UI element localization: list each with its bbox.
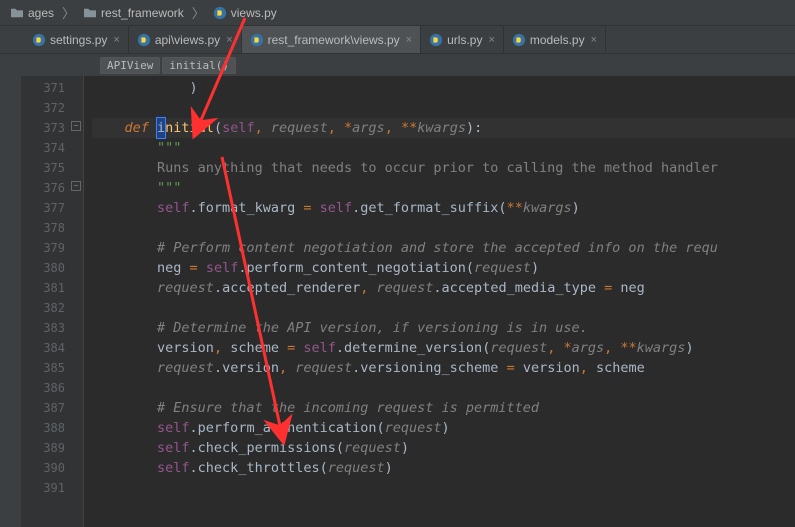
line-number: 384 [22, 338, 83, 358]
code-line[interactable]: ) [92, 78, 795, 98]
close-icon[interactable]: × [406, 34, 412, 46]
close-icon[interactable]: × [488, 34, 494, 46]
tab-label: models.py [530, 33, 585, 47]
code-line[interactable]: """ [92, 178, 795, 198]
editor[interactable]: 371372373−374375376−37737837938038138238… [0, 76, 795, 527]
code-line[interactable]: # Determine the API version, if versioni… [92, 318, 795, 338]
line-number: 381 [22, 278, 83, 298]
fold-icon[interactable]: − [71, 181, 81, 191]
context-class[interactable]: APIView [100, 57, 160, 74]
code-line[interactable] [92, 478, 795, 498]
line-number: 376− [22, 178, 83, 198]
code-line[interactable]: # Ensure that the incoming request is pe… [92, 398, 795, 418]
close-icon[interactable]: × [591, 34, 597, 46]
code-line[interactable] [92, 98, 795, 118]
line-number: 378 [22, 218, 83, 238]
breadcrumb-label: views.py [231, 6, 277, 20]
breadcrumb-label: ages [28, 6, 54, 20]
code-line[interactable]: request.accepted_renderer, request.accep… [92, 278, 795, 298]
tab-bar: settings.py×api\views.py×rest_framework\… [0, 26, 795, 54]
line-number: 374 [22, 138, 83, 158]
code-line[interactable] [92, 218, 795, 238]
context-bar: APIViewinitial() [0, 54, 795, 76]
code-line[interactable]: request.version, request.versioning_sche… [92, 358, 795, 378]
tab-label: api\views.py [155, 33, 220, 47]
line-number: 380 [22, 258, 83, 278]
line-number: 371 [22, 78, 83, 98]
line-number: 383 [22, 318, 83, 338]
tool-strip[interactable] [0, 76, 22, 527]
line-number: 391 [22, 478, 83, 498]
line-number: 377 [22, 198, 83, 218]
code-line[interactable]: # Perform content negotiation and store … [92, 238, 795, 258]
fold-icon[interactable]: − [71, 121, 81, 131]
line-number: 387 [22, 398, 83, 418]
breadcrumb-item[interactable]: views.py [207, 4, 283, 22]
file-tab[interactable]: rest_framework\views.py × [242, 26, 421, 53]
line-number: 372 [22, 98, 83, 118]
file-tab[interactable]: models.py × [504, 26, 606, 53]
file-tab[interactable]: settings.py × [24, 26, 129, 53]
code-line[interactable] [92, 298, 795, 318]
code-line[interactable]: neg = self.perform_content_negotiation(r… [92, 258, 795, 278]
caret: i [157, 118, 165, 138]
gutter: 371372373−374375376−37737837938038138238… [22, 76, 84, 527]
file-tab[interactable]: api\views.py × [129, 26, 242, 53]
line-number: 375 [22, 158, 83, 178]
context-method[interactable]: initial() [162, 57, 236, 74]
code-line[interactable]: def initial(self, request, *args, **kwar… [92, 118, 795, 138]
code-line[interactable]: version, scheme = self.determine_version… [92, 338, 795, 358]
code-line[interactable]: self.perform_authentication(request) [92, 418, 795, 438]
breadcrumb-label: rest_framework [101, 6, 184, 20]
code-area[interactable]: ) def initial(self, request, *args, **kw… [84, 76, 795, 527]
code-line[interactable]: """ [92, 138, 795, 158]
line-number: 382 [22, 298, 83, 318]
close-icon[interactable]: × [113, 34, 119, 46]
line-number: 386 [22, 378, 83, 398]
close-icon[interactable]: × [226, 34, 232, 46]
code-line[interactable]: self.check_permissions(request) [92, 438, 795, 458]
code-line[interactable]: Runs anything that needs to occur prior … [92, 158, 795, 178]
breadcrumb-separator: 〉 [62, 3, 75, 22]
line-number: 388 [22, 418, 83, 438]
breadcrumb-separator: 〉 [192, 3, 205, 22]
line-number: 389 [22, 438, 83, 458]
breadcrumb-item[interactable]: rest_framework [77, 4, 190, 22]
line-number: 379 [22, 238, 83, 258]
breadcrumb: ages 〉 rest_framework 〉 views.py [0, 0, 795, 26]
line-number: 390 [22, 458, 83, 478]
file-tab[interactable]: urls.py × [421, 26, 504, 53]
tab-label: rest_framework\views.py [268, 33, 400, 47]
line-number: 385 [22, 358, 83, 378]
line-number: 373− [22, 118, 83, 138]
code-line[interactable] [92, 378, 795, 398]
tab-label: settings.py [50, 33, 107, 47]
code-line[interactable]: self.check_throttles(request) [92, 458, 795, 478]
breadcrumb-item[interactable]: ages [4, 4, 60, 22]
tab-label: urls.py [447, 33, 482, 47]
code-line[interactable]: self.format_kwarg = self.get_format_suff… [92, 198, 795, 218]
